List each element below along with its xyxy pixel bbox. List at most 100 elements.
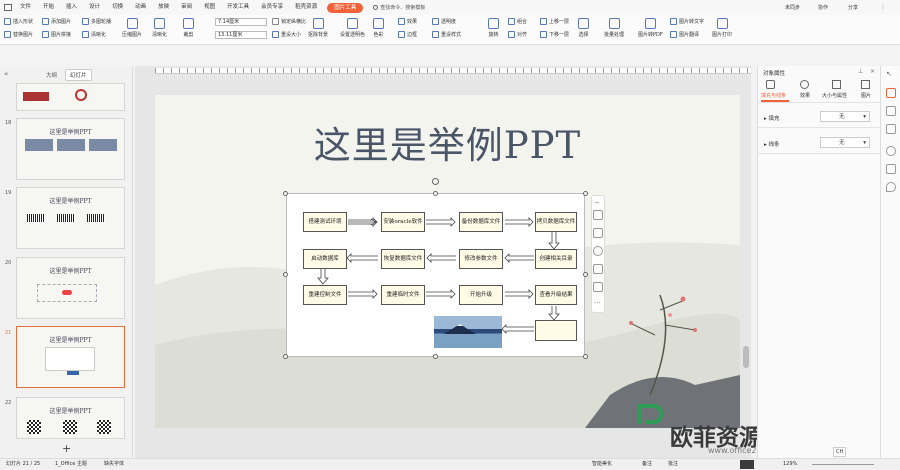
image-split-button[interactable]: 图片拼接 [42, 31, 71, 38]
fill-icon[interactable] [593, 264, 603, 274]
help-icon[interactable] [886, 146, 896, 156]
resize-handle-ne[interactable] [583, 191, 588, 196]
menu-animation[interactable]: 动画 [129, 0, 152, 15]
clarify-button[interactable]: 清晰化 [82, 31, 106, 38]
add-image-button[interactable]: 添加图片 [42, 18, 71, 25]
menu-transition[interactable]: 切换 [106, 0, 129, 15]
menu-developer[interactable]: 开发工具 [221, 0, 255, 15]
rotate-handle-icon[interactable] [432, 178, 439, 185]
missing-font-button[interactable]: 缺失字体 [104, 459, 124, 470]
menu-picture-tools[interactable]: 图片工具 [327, 2, 364, 13]
crop-button[interactable]: 裁剪 [183, 18, 194, 38]
select-button[interactable]: 选择 [578, 18, 589, 38]
translate-button[interactable]: 图片翻译 [670, 31, 699, 38]
clarify-big-button[interactable]: 清晰化 [152, 18, 167, 38]
beautify-button[interactable]: 智能美化 [592, 459, 612, 470]
resize-handle-sw[interactable] [283, 354, 288, 359]
replace-image-button[interactable]: 替换图片 [4, 31, 33, 38]
width-input[interactable]: 7.14厘米 [215, 18, 267, 26]
batch-button[interactable]: 批量处理 [604, 18, 624, 38]
menu-home[interactable]: 开始 [37, 0, 60, 15]
slide-thumbnail-22[interactable]: 这里是举例PPT [16, 397, 125, 439]
insert-shape-button[interactable]: 插入形状 [4, 18, 33, 25]
notes-button[interactable]: 备注 [642, 459, 652, 470]
print-image-button[interactable]: 图片打印 [712, 18, 732, 38]
play-button[interactable] [740, 460, 754, 469]
resize-handle-se[interactable] [583, 354, 588, 359]
slide-title[interactable]: 这里是举例PPT [155, 115, 740, 169]
menu-file[interactable]: 文件 [14, 0, 37, 15]
layers-icon[interactable] [593, 228, 603, 238]
tab-slides[interactable]: 幻灯片 [65, 69, 92, 81]
color-button[interactable]: 色彩 [373, 18, 384, 38]
align-button[interactable]: 对齐 [508, 31, 527, 38]
reset-size-button[interactable]: 重设大小 [272, 31, 301, 38]
to-pdf-button[interactable]: 图片转PDF [638, 18, 663, 38]
set-transparent-button[interactable]: 设置透明色 [340, 18, 365, 38]
edit-icon[interactable] [593, 210, 603, 220]
menu-slideshow[interactable]: 放映 [152, 0, 175, 15]
flowchart-picture[interactable]: 搭建测试环境 安装oracle软件 备份数据库文件 拷贝数据库文件 启动数据库 … [286, 193, 585, 357]
fill-select[interactable]: 无 ▾ [820, 111, 870, 122]
tab-fill-line[interactable]: 填充与线条 [761, 92, 786, 99]
ime-indicator[interactable]: CH [833, 447, 847, 457]
collapse-pane-icon[interactable]: « [4, 70, 8, 78]
combine-button[interactable]: 组合 [508, 18, 527, 25]
menu-view[interactable]: 视图 [198, 0, 221, 15]
line-section[interactable]: ▸ 线条 [764, 140, 780, 148]
down-layer-button[interactable]: 下移一层 [540, 31, 569, 38]
zoom-level[interactable]: 129% [783, 459, 797, 470]
slide-thumbnail-19[interactable]: 这里是举例PPT [16, 187, 125, 249]
multi-image-button[interactable]: 多图轮播 [82, 18, 111, 25]
slide-thumbnail-20[interactable]: 这里是举例PPT [16, 257, 125, 319]
share-icon[interactable] [886, 164, 896, 174]
properties-icon[interactable] [886, 88, 896, 98]
resize-handle-n[interactable] [433, 191, 438, 196]
more-tools-icon[interactable]: ··· [594, 299, 601, 307]
comments-button[interactable]: 批注 [668, 459, 678, 470]
tab-size-properties[interactable]: 大小与属性 [822, 92, 847, 99]
line-select[interactable]: 无 ▾ [820, 137, 870, 148]
tab-outline[interactable]: 大纲 [46, 71, 57, 79]
animation-icon[interactable] [886, 124, 896, 134]
to-text-button[interactable]: 图片转文字 [670, 18, 704, 25]
resize-handle-w[interactable] [283, 272, 288, 277]
slide-thumbnail-21[interactable]: 这里是举例PPT [16, 326, 125, 388]
menu-insert[interactable]: 插入 [60, 0, 83, 15]
close-icon[interactable]: × [870, 68, 875, 75]
add-slide-button[interactable]: + [62, 442, 71, 455]
resize-handle-e[interactable] [583, 272, 588, 277]
rotate-button[interactable]: 旋转 [488, 18, 499, 38]
sync-status[interactable]: 未同步 [785, 4, 800, 11]
border-button[interactable]: 边框 [398, 31, 417, 38]
minus-icon[interactable]: − [594, 199, 600, 207]
zoom-slider[interactable] [812, 464, 874, 465]
cutout-button[interactable]: 抠除背景 [308, 18, 328, 38]
transparency-button[interactable]: 透明度 [432, 18, 456, 25]
menu-review[interactable]: 审阅 [175, 0, 198, 15]
collaborate-button[interactable]: 协作 [818, 4, 828, 11]
share-button[interactable]: 分享 [848, 4, 858, 11]
search-command[interactable]: 查找命令、搜索模板 [373, 4, 425, 11]
tab-effect[interactable]: 效果 [800, 92, 810, 99]
menu-member[interactable]: 会员专享 [255, 0, 289, 15]
cursor-icon[interactable]: ↖ [886, 70, 896, 80]
resize-handle-s[interactable] [433, 354, 438, 359]
vertical-scrollbar[interactable] [743, 346, 749, 368]
style-icon[interactable] [886, 106, 896, 116]
menu-docer[interactable]: 稻壳资源 [289, 0, 323, 15]
reset-style-button[interactable]: 重设样式 [432, 31, 461, 38]
theme-name[interactable]: 1_Office 主题 [55, 459, 87, 470]
fill-section[interactable]: ▸ 填充 [764, 114, 780, 122]
location-icon[interactable] [886, 182, 896, 192]
effect-button[interactable]: 效果 [398, 18, 417, 25]
crop-icon[interactable] [593, 282, 603, 292]
slide-thumbnail-18[interactable]: 这里是举例PPT [16, 118, 125, 180]
hamburger-icon[interactable] [4, 4, 12, 11]
height-input[interactable]: 13.11厘米 [215, 31, 267, 39]
resize-handle-nw[interactable] [283, 191, 288, 196]
up-layer-button[interactable]: 上移一层 [540, 18, 569, 25]
pin-icon[interactable]: ⊥ [858, 68, 863, 75]
slide-thumbnail-17[interactable] [16, 83, 125, 111]
slide-canvas[interactable]: 这里是举例PPT 搭建测试环境 安装oracle软件 备份数据库文件 拷贝数据库… [155, 95, 740, 428]
